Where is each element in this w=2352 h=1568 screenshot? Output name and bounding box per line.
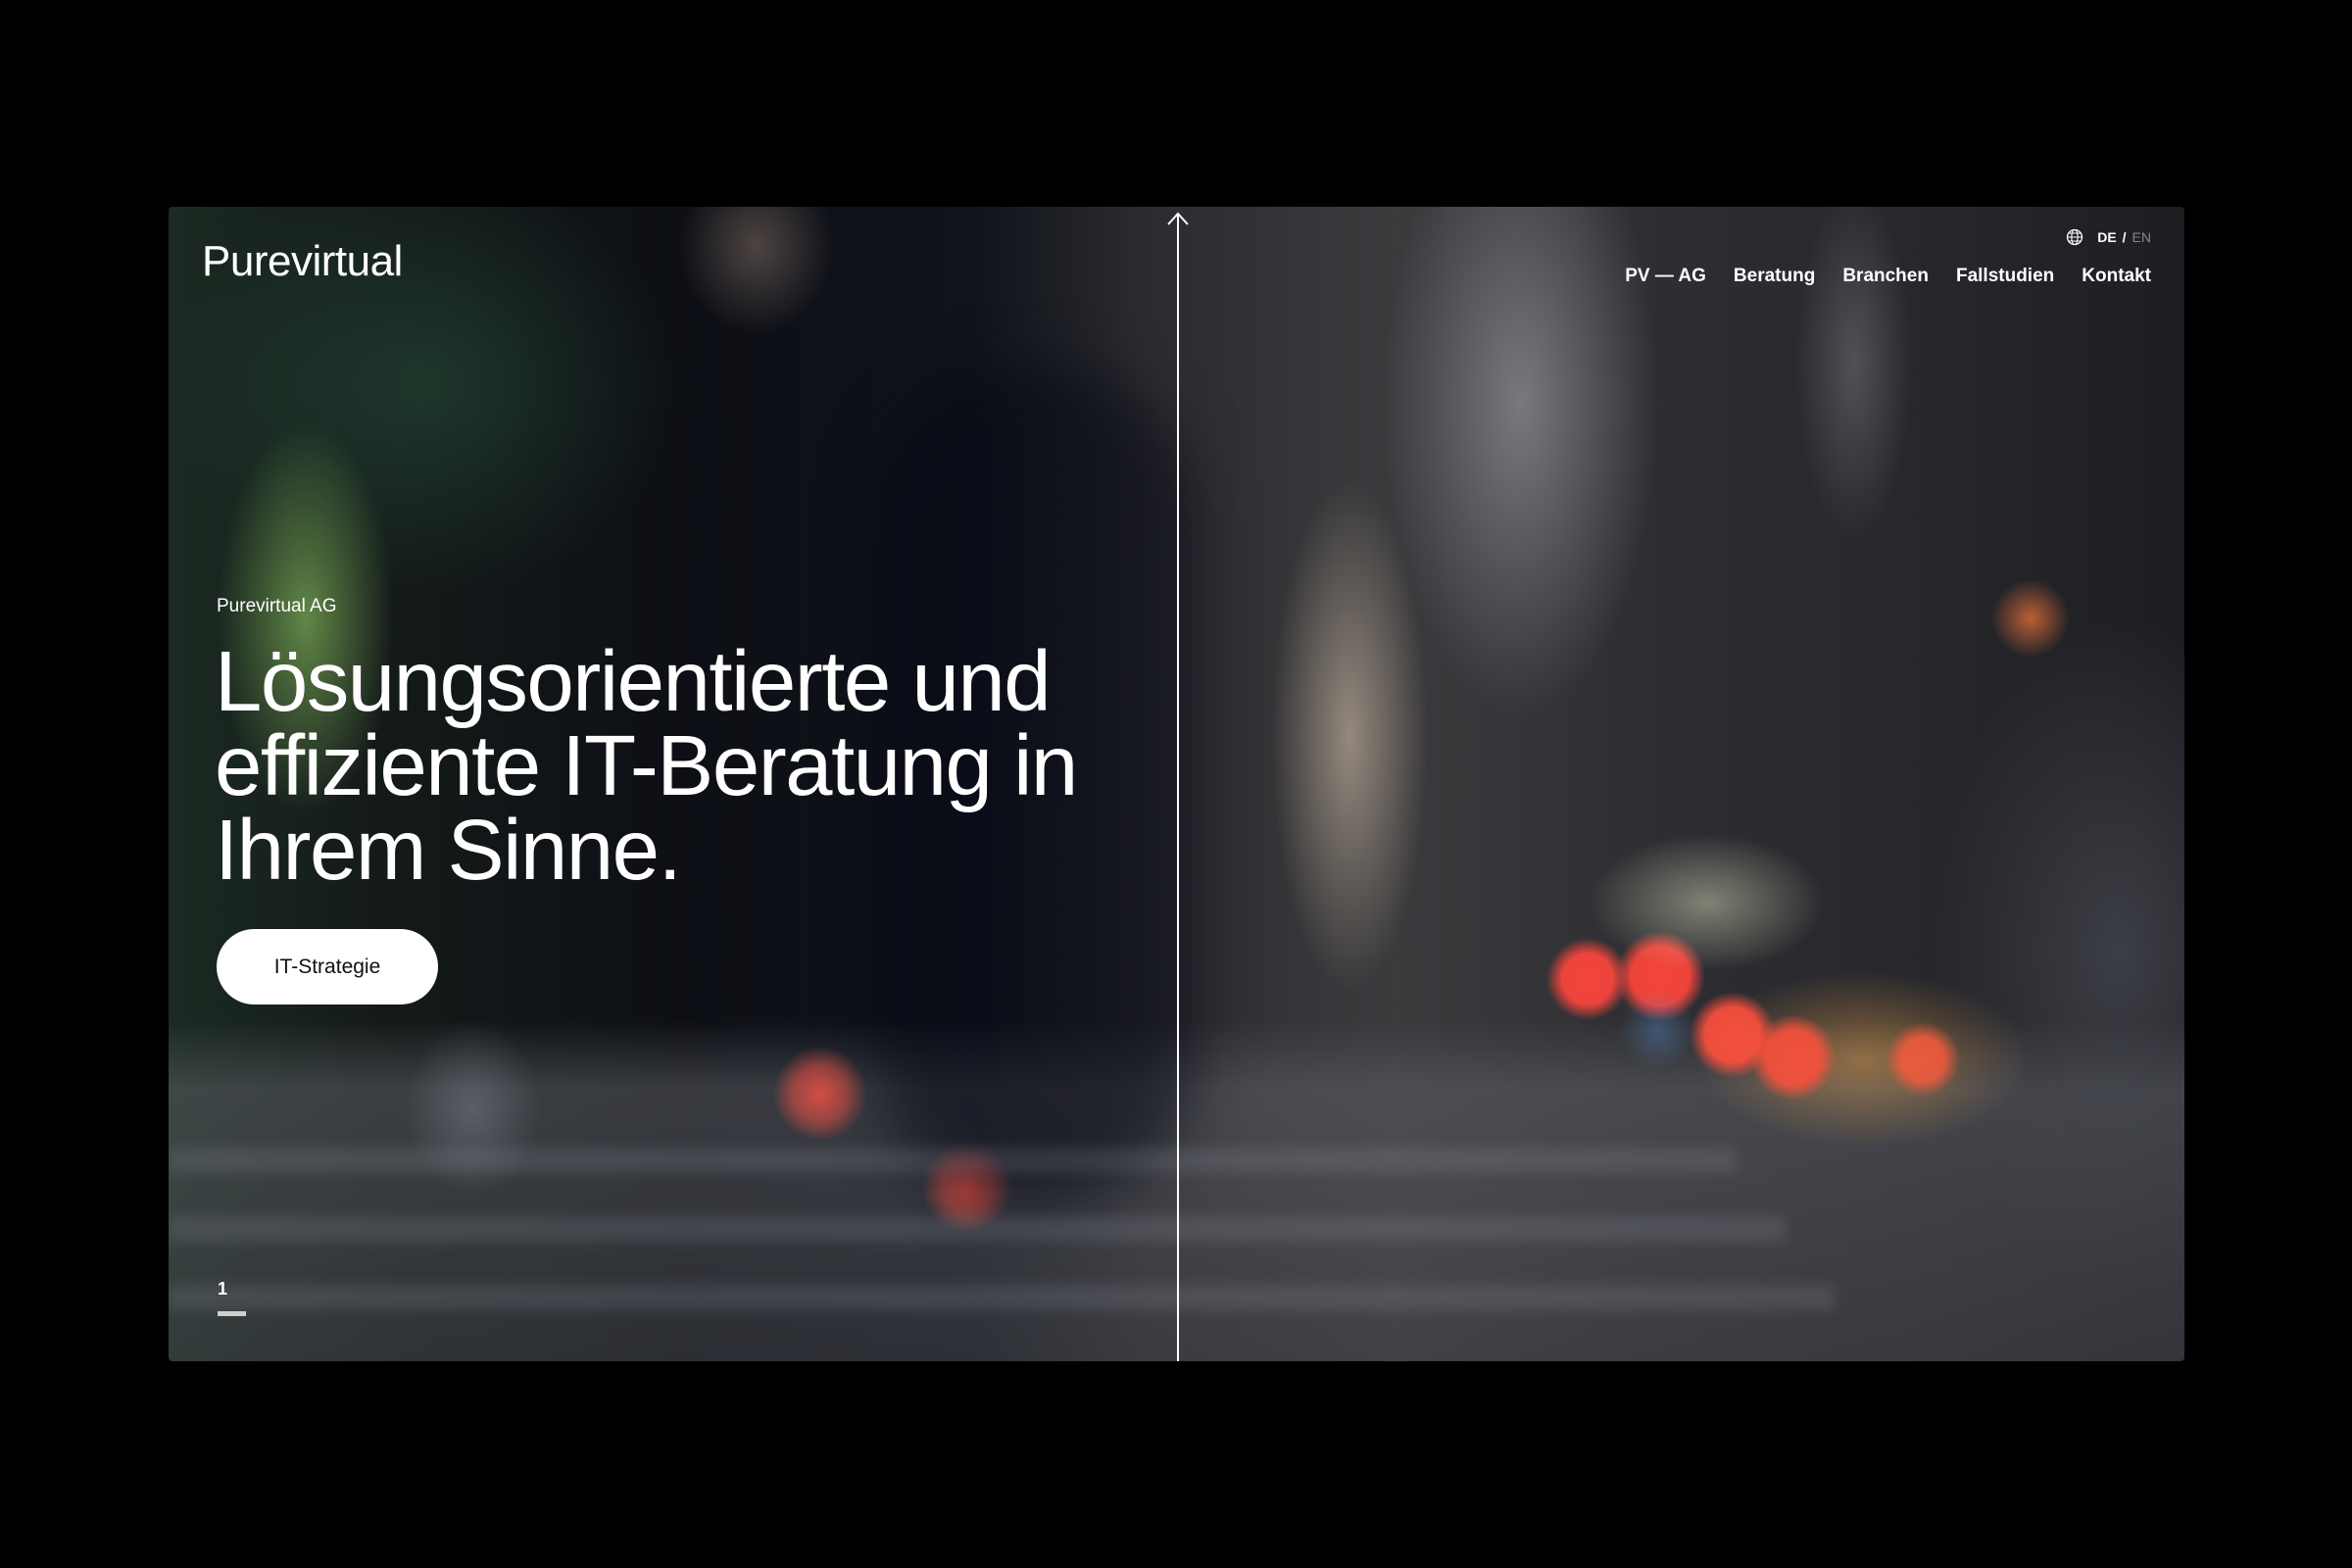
nav-item-pv-ag[interactable]: PV — AG [1625,266,1706,287]
language-switcher[interactable]: DE / EN [2066,228,2151,246]
language-en[interactable]: EN [2132,229,2151,245]
crosswalk-stripe [169,1216,1786,1242]
language-de[interactable]: DE [2097,229,2116,245]
nav-item-branchen[interactable]: Branchen [1842,266,1929,287]
nav-item-beratung[interactable]: Beratung [1734,266,1815,287]
slide-number: 1 [218,1279,228,1298]
main-navigation: PV — AG Beratung Branchen Fallstudien Ko… [1625,266,2151,287]
nav-item-kontakt[interactable]: Kontakt [2082,266,2151,287]
crosswalk-stripe [169,1148,1737,1173]
language-separator: / [2122,229,2127,245]
hero-eyebrow: Purevirtual AG [217,596,337,616]
it-strategie-button[interactable]: IT-Strategie [217,929,438,1004]
hero-headline: Lösungsorientierte und effiziente IT-Ber… [215,634,1078,898]
logo[interactable]: Purevirtual [202,240,403,283]
arrow-up-icon[interactable] [1166,211,1190,226]
slide-indicator-bar[interactable] [218,1311,246,1316]
crosswalk-stripe [169,1285,1835,1310]
hero-section: Purevirtual DE / EN PV — AG Beratung Bra… [169,207,2184,1361]
nav-item-fallstudien[interactable]: Fallstudien [1956,266,2054,287]
globe-icon [2067,228,2083,246]
